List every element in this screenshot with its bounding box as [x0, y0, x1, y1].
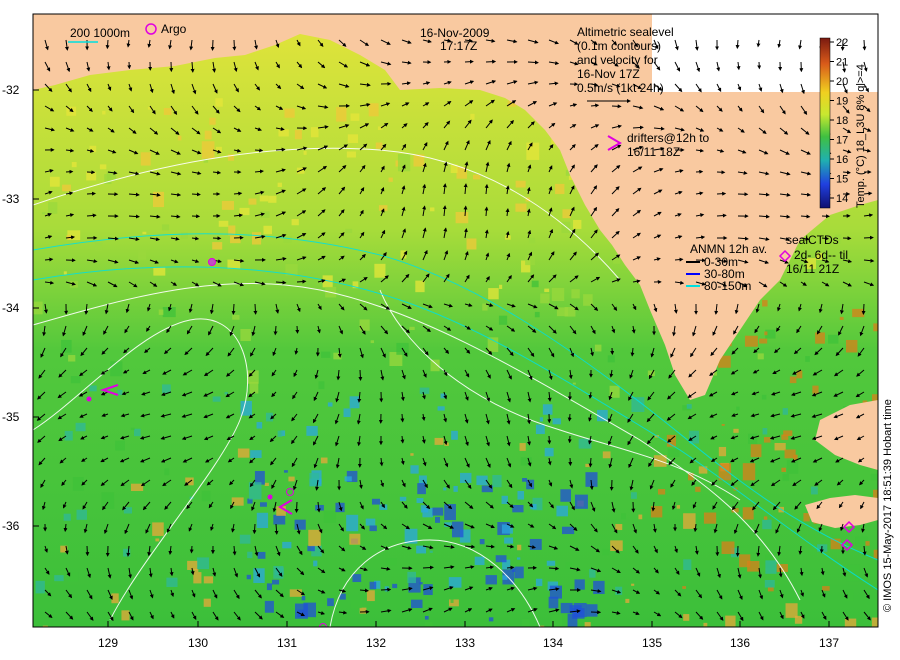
svg-text:0.5m/s (1kt 24h): 0.5m/s (1kt 24h) — [577, 81, 664, 95]
map-time: 17:17Z — [440, 39, 477, 53]
colorbar-tick-label: 14 — [836, 193, 848, 205]
lon-tick-label: 135 — [642, 636, 662, 650]
map-date: 16-Nov-2009 — [420, 26, 490, 40]
drifter-point[interactable] — [86, 396, 92, 402]
colorbar-tick-label: 21 — [836, 57, 848, 69]
lon-tick-label: 131 — [277, 636, 297, 650]
svg-text:16-Nov 17Z: 16-Nov 17Z — [577, 67, 640, 81]
svg-text:and velocity for: and velocity for — [577, 53, 658, 67]
colorbar-tick-label: 18 — [836, 115, 848, 127]
lon-tick-label: 133 — [455, 636, 475, 650]
lon-tick-label: 134 — [543, 636, 563, 650]
colorbar-tick-label: 20 — [836, 76, 848, 88]
colorbar-tick-label: 19 — [836, 96, 848, 108]
lat-tick-label: -35 — [2, 410, 20, 424]
svg-text:(0.1m contours): (0.1m contours) — [577, 39, 661, 53]
seal-legend-line2: 16/11 21Z — [786, 262, 839, 276]
drifter-point[interactable] — [267, 494, 273, 500]
anmn-legend-title: ANMN 12h av. — [690, 242, 767, 256]
lon-tick-label: 129 — [98, 636, 118, 650]
lat-tick-label: -32 — [2, 83, 20, 97]
colorbar-title: Temp. (°C) 18_L3U 8% ql>=4 — [855, 64, 867, 208]
colorbar-tick-label: 17 — [836, 135, 848, 147]
svg-text:Altimetric sealevel: Altimetric sealevel — [577, 25, 674, 39]
lon-tick-label: 130 — [188, 636, 208, 650]
contour-legend-label: 200 1000m — [70, 26, 130, 40]
lat-tick-label: -34 — [2, 301, 20, 315]
colorbar — [819, 37, 831, 209]
colorbar-tick-label: 15 — [836, 174, 848, 186]
drifters-note-1: drifters@12h to — [627, 131, 710, 145]
lat-tick-label: -36 — [2, 519, 20, 533]
lat-tick-label: -33 — [2, 192, 20, 206]
colorbar-tick-label: 16 — [836, 154, 848, 166]
credit-text: © IMOS 15-May-2017 18:51:39 Hobart time — [882, 399, 894, 612]
lon-tick-label: 132 — [366, 636, 386, 650]
seal-legend-title: sealCTDs — [786, 233, 839, 247]
argo-float[interactable] — [208, 258, 216, 266]
seal-legend-line1: 2d- 6d-- til — [794, 248, 848, 262]
lon-tick-label: 137 — [819, 636, 839, 650]
anmn-legend-item: 80-150m — [704, 279, 751, 293]
drifters-note-2: 16/11 18Z — [627, 145, 680, 159]
argo-legend-label: Argo — [161, 22, 187, 36]
colorbar-tick-label: 22 — [836, 37, 848, 49]
lon-tick-label: 136 — [730, 636, 750, 650]
sst-map: 16-Nov-2009 17:17Z 200 1000m Argo Altime… — [2, 13, 894, 650]
